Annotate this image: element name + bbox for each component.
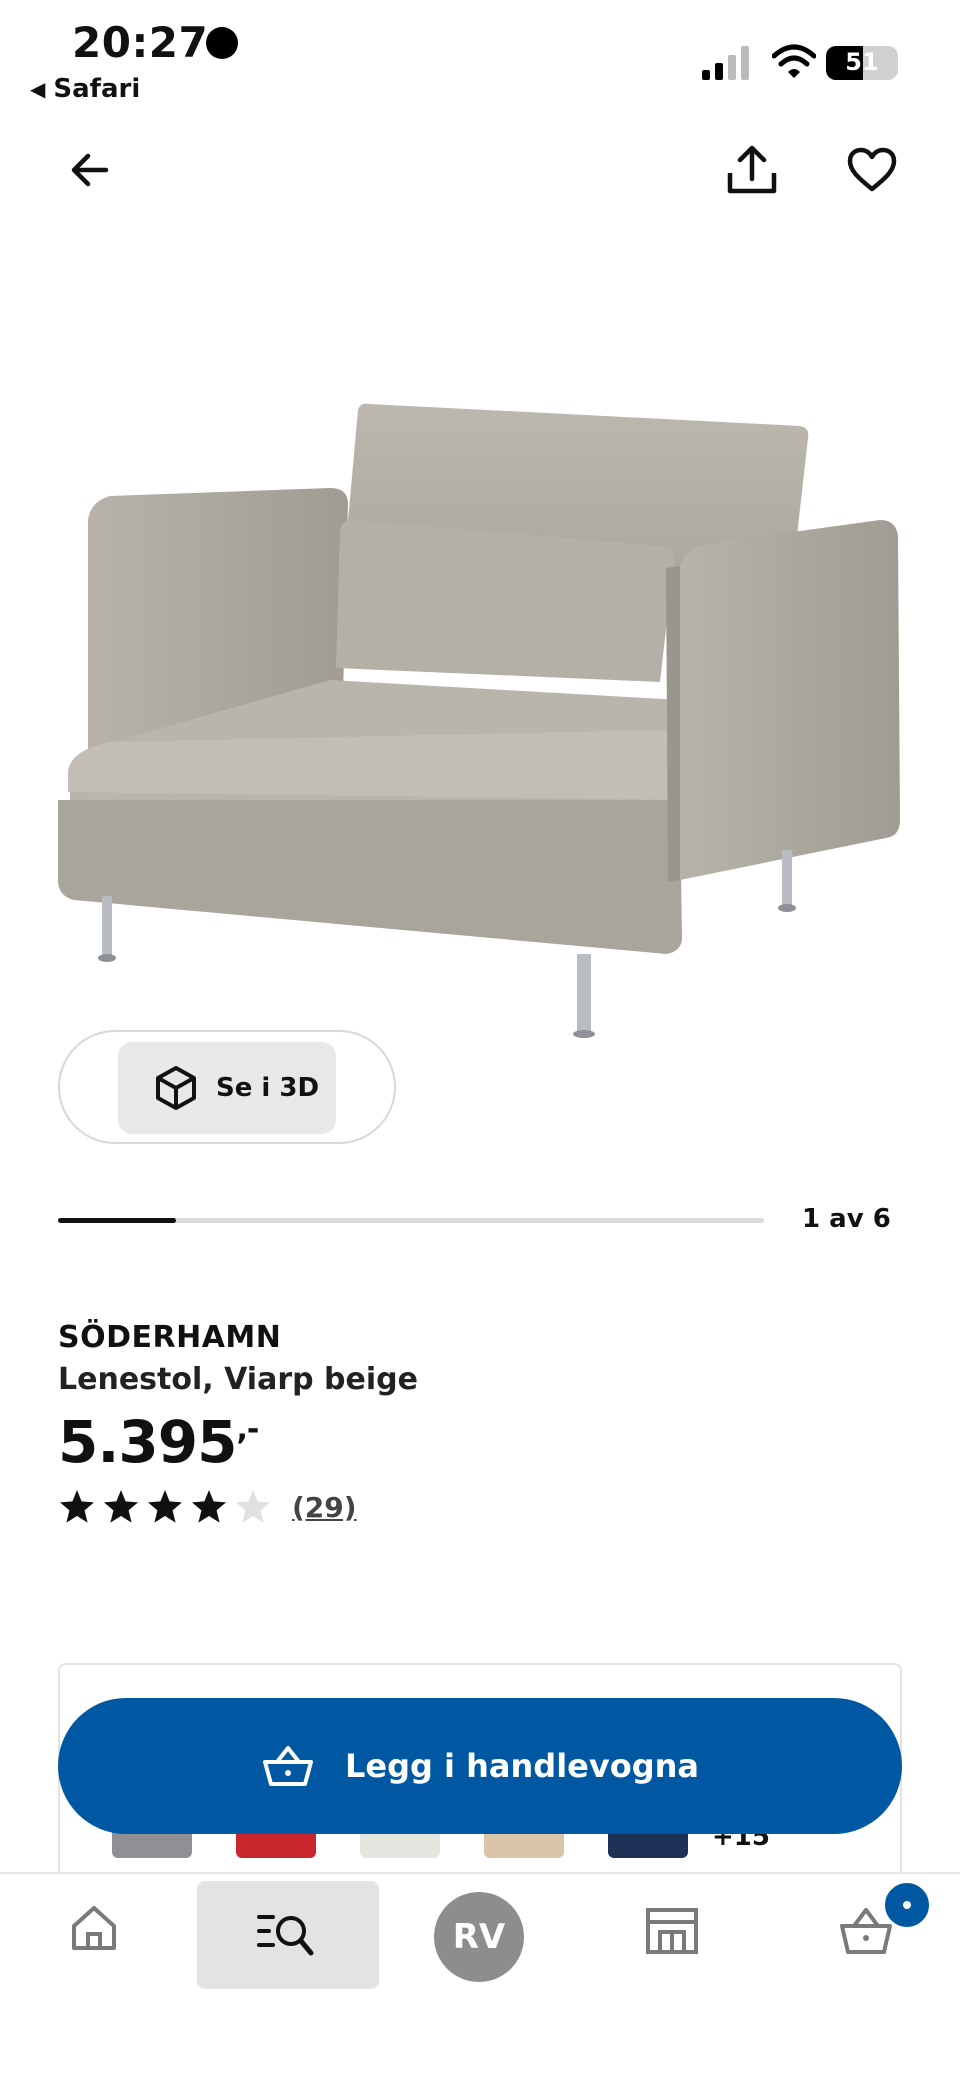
gallery-progress bbox=[58, 1218, 764, 1223]
price-suffix: ,- bbox=[236, 1412, 259, 1447]
add-to-cart-label: Legg i handlevogna bbox=[344, 1747, 699, 1785]
see-3d-label: Se i 3D bbox=[216, 1073, 320, 1103]
recording-dot-icon bbox=[206, 27, 238, 59]
battery-percent: 51 bbox=[845, 48, 879, 76]
add-to-cart-button[interactable]: Legg i handlevogna bbox=[58, 1698, 902, 1834]
star-filled-icon bbox=[104, 1490, 138, 1523]
gallery-counter: 1 av 6 bbox=[802, 1204, 891, 1234]
product-rating[interactable]: (29) bbox=[58, 1488, 357, 1526]
product-description: Lenestol, Viarp beige bbox=[58, 1362, 418, 1397]
star-filled-icon bbox=[192, 1490, 226, 1523]
search-list-icon bbox=[257, 1915, 314, 1956]
nav-stores[interactable] bbox=[644, 1906, 700, 1956]
back-to-app-link[interactable]: ◀ Safari bbox=[30, 74, 140, 104]
gallery-progress-fill bbox=[58, 1218, 176, 1223]
price-value: 5.395 bbox=[58, 1408, 237, 1476]
wifi-icon bbox=[772, 44, 816, 78]
cube-icon bbox=[156, 1066, 196, 1110]
shopping-basket-icon bbox=[262, 1746, 313, 1786]
product-price: 5.395,- bbox=[58, 1408, 259, 1476]
cellular-signal-icon bbox=[702, 46, 749, 80]
star-empty-icon bbox=[236, 1490, 270, 1523]
star-filled-icon bbox=[60, 1490, 94, 1523]
favorite-button[interactable] bbox=[842, 140, 902, 200]
home-icon bbox=[72, 1906, 116, 1950]
cart-badge-dot bbox=[903, 1901, 911, 1909]
cart-badge bbox=[882, 1880, 932, 1930]
product-image[interactable] bbox=[40, 380, 920, 1060]
product-name: SÖDERHAMN bbox=[58, 1320, 282, 1355]
heart-icon bbox=[847, 147, 897, 192]
review-count-link[interactable]: (29) bbox=[292, 1491, 357, 1524]
rating-stars bbox=[58, 1488, 272, 1526]
star-filled-icon bbox=[148, 1490, 182, 1523]
share-icon bbox=[727, 145, 777, 194]
see-3d-button[interactable]: Se i 3D bbox=[118, 1042, 336, 1134]
nav-home[interactable] bbox=[66, 1900, 122, 1956]
arrow-left-icon bbox=[71, 153, 109, 187]
back-triangle-icon: ◀ bbox=[30, 77, 46, 101]
back-app-label: Safari bbox=[53, 74, 141, 104]
share-button[interactable] bbox=[722, 140, 782, 200]
battery-indicator: 51 bbox=[826, 46, 898, 80]
nav-search[interactable] bbox=[197, 1881, 379, 1989]
status-time: 20:27 bbox=[72, 18, 209, 67]
back-button[interactable] bbox=[60, 140, 120, 200]
store-icon bbox=[646, 1908, 698, 1954]
nav-profile-avatar[interactable]: RV bbox=[434, 1892, 524, 1982]
